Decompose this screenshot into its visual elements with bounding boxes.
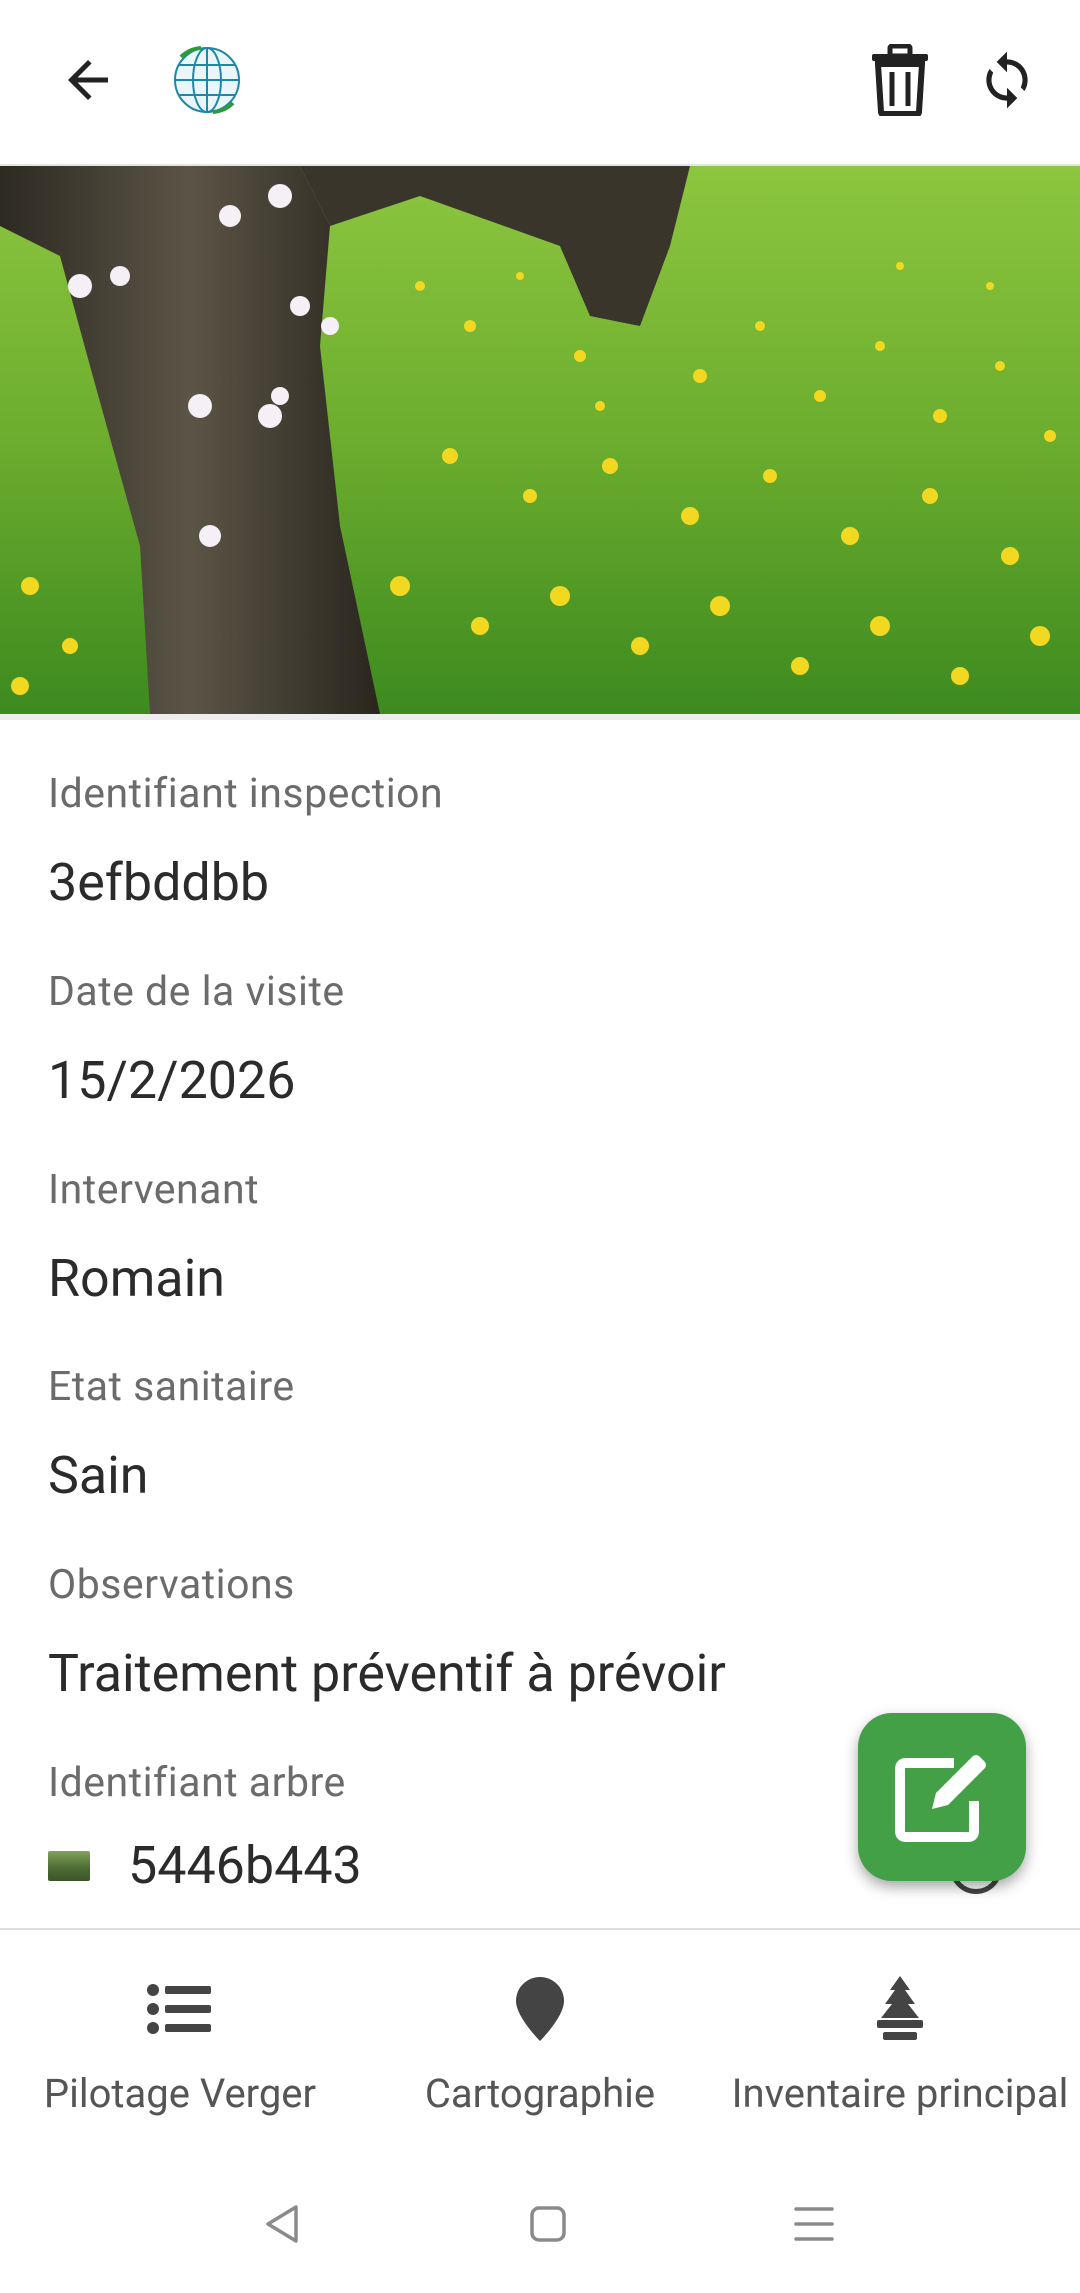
edit-fab-button[interactable]	[858, 1713, 1026, 1881]
list-icon	[147, 1974, 213, 2044]
map-pin-icon	[516, 1974, 564, 2044]
globe-sync-icon	[168, 40, 246, 120]
field-observations: Observations Traitement préventif à prév…	[48, 1565, 1028, 1700]
field-health-state: Etat sanitaire Sain	[48, 1367, 1028, 1502]
field-label: Etat sanitaire	[48, 1363, 295, 1411]
nav-label: Pilotage Verger	[43, 2070, 317, 2117]
field-intervenant: Intervenant Romain	[48, 1170, 1028, 1305]
sync-icon	[986, 51, 1028, 109]
hero-divider	[0, 714, 1080, 720]
trash-icon	[872, 44, 928, 116]
back-button[interactable]	[40, 40, 136, 120]
field-value: Sain	[48, 1445, 149, 1506]
field-visit-date: Date de la visite 15/2/2026	[48, 972, 1028, 1107]
system-home-button[interactable]	[518, 2194, 578, 2254]
app-screen: Identifiant inspection 3efbddbb Date de …	[0, 0, 1080, 2293]
nav-item-inventaire-principal[interactable]: Inventaire principal	[720, 1930, 1080, 2130]
square-home-icon	[530, 2206, 566, 2242]
bottom-navigation: Pilotage Verger Cartographie Inventaire …	[0, 1928, 1080, 2158]
delete-button[interactable]	[860, 38, 940, 122]
triangle-back-icon	[266, 2205, 298, 2243]
tree-thumbnail	[48, 1851, 90, 1881]
nav-label: Cartographie	[424, 2070, 656, 2117]
top-app-bar	[0, 0, 1080, 166]
system-menu-button[interactable]	[784, 2194, 844, 2254]
system-back-button[interactable]	[252, 2194, 312, 2254]
field-label: Intervenant	[48, 1166, 260, 1214]
arrow-left-icon	[68, 60, 108, 100]
sync-button[interactable]	[965, 38, 1049, 122]
system-navigation-bar	[0, 2158, 1080, 2293]
field-inspection-id: Identifiant inspection 3efbddbb	[48, 774, 1028, 909]
orchard-tree-photo	[0, 166, 1080, 714]
field-label: Observations	[48, 1561, 295, 1609]
nav-item-cartographie[interactable]: Cartographie	[360, 1930, 720, 2130]
field-label: Identifiant inspection	[48, 770, 444, 818]
nav-item-pilotage-verger[interactable]: Pilotage Verger	[0, 1930, 360, 2130]
field-label: Date de la visite	[48, 968, 345, 1016]
field-value: 15/2/2026	[48, 1050, 296, 1111]
menu-icon	[794, 2207, 834, 2241]
nav-label: Inventaire principal	[731, 2070, 1069, 2117]
field-value: 5446b443	[128, 1835, 362, 1896]
field-value: Romain	[48, 1248, 225, 1309]
tree-icon	[875, 1974, 925, 2044]
edit-icon	[895, 1755, 986, 1842]
field-value: Traitement préventif à prévoir	[48, 1643, 726, 1704]
field-value: 3efbddbb	[48, 852, 270, 913]
